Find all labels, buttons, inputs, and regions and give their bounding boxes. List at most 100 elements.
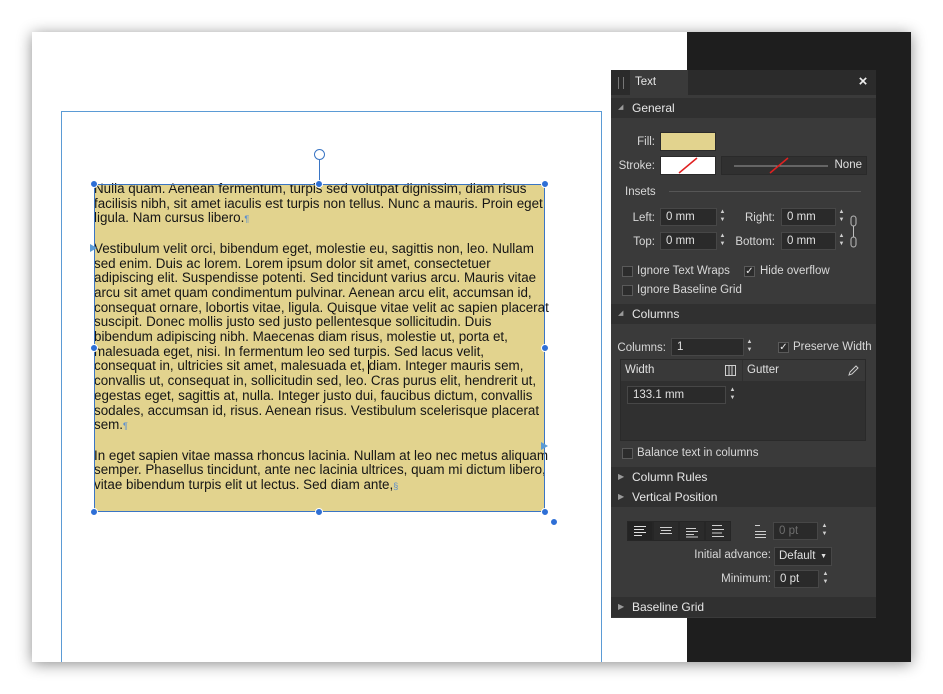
no-stroke-icon: [678, 157, 698, 174]
panel-tab-bar: Text Frame ×: [611, 70, 876, 113]
insets-divider: [669, 191, 861, 192]
ignore-text-wraps-checkbox[interactable]: [622, 266, 633, 277]
column-width-input[interactable]: 133.1 mm: [627, 386, 726, 404]
insets-label: Insets: [625, 186, 656, 198]
left-inset-input[interactable]: 0 mm: [660, 208, 717, 226]
chevron-right-icon: ▶: [618, 472, 625, 481]
section-column-rules[interactable]: ▶ Column Rules: [611, 467, 876, 487]
right-inset-input[interactable]: 0 mm: [781, 208, 836, 226]
resize-handle-top[interactable]: [315, 180, 323, 188]
section-general[interactable]: ◢ General: [611, 98, 876, 118]
hide-overflow-label: Hide overflow: [760, 265, 830, 277]
preserve-width-checkbox[interactable]: ✓: [778, 342, 789, 353]
initial-advance-label: Initial advance:: [694, 549, 771, 561]
right-inset-stepper[interactable]: ▲ ▼: [837, 208, 846, 226]
ignore-baseline-grid-label: Ignore Baseline Grid: [637, 284, 742, 296]
preserve-width-label: Preserve Width: [793, 341, 872, 353]
resize-handle-top-right[interactable]: [541, 180, 549, 188]
balance-text-checkbox[interactable]: [622, 448, 633, 459]
top-inset-input[interactable]: 0 mm: [660, 232, 717, 250]
column-width-stepper[interactable]: ▲ ▼: [728, 386, 737, 404]
align-center-icon: [660, 527, 672, 534]
section-column-rules-label: Column Rules: [632, 470, 708, 484]
pilcrow-mark: ¶: [244, 214, 250, 225]
paragraph-3[interactable]: In eget sapien vitae massa rhoncus lacin…: [94, 448, 549, 494]
align-top-icon: [634, 526, 646, 536]
section-columns-label: Columns: [632, 307, 680, 321]
chevron-right-icon: ▶: [618, 492, 625, 501]
resize-handle-bottom[interactable]: [315, 508, 323, 516]
chevron-down-icon: ▼: [820, 553, 827, 560]
rotation-handle[interactable]: [314, 149, 325, 160]
stroke-swatch[interactable]: [660, 156, 716, 175]
text-frame-panel: Text Frame × ◢ General Fill: Stroke: Non…: [611, 70, 876, 618]
columns-icon[interactable]: [725, 365, 736, 376]
panel-grip-icon[interactable]: [618, 77, 624, 89]
align-bottom-button[interactable]: [679, 521, 705, 541]
align-bottom-icon: [686, 528, 698, 538]
link-insets-icon[interactable]: [849, 215, 859, 249]
section-vertical-position[interactable]: ▶ Vertical Position: [611, 487, 876, 507]
minimum-input[interactable]: 0 pt: [774, 570, 819, 588]
hide-overflow-checkbox[interactable]: ✓: [744, 266, 755, 277]
align-justify-button[interactable]: [705, 521, 731, 541]
initial-advance-dropdown[interactable]: Default ▼: [774, 547, 832, 566]
chevron-down-icon: ◢: [618, 104, 624, 111]
text-flow-out-icon[interactable]: [541, 442, 548, 450]
text-caret: [368, 360, 369, 374]
top-inset-label: Top:: [633, 236, 655, 248]
gutter-column-header: Gutter: [743, 360, 865, 381]
left-inset-label: Left:: [632, 212, 655, 224]
align-justify-icon: [712, 525, 724, 537]
close-icon[interactable]: ×: [856, 74, 870, 90]
text-flow-in-icon[interactable]: [90, 244, 97, 252]
fill-label: Fill:: [637, 136, 655, 148]
text-frame-content[interactable]: Nulla quam. Aenean fermentum, turpis sed…: [94, 182, 549, 512]
stroke-label: Stroke:: [618, 160, 655, 172]
stroke-width-slider[interactable]: None: [721, 156, 867, 175]
bottom-inset-stepper[interactable]: ▲ ▼: [837, 232, 846, 250]
resize-handle-bottom-right[interactable]: [541, 508, 549, 516]
left-inset-stepper[interactable]: ▲ ▼: [718, 208, 727, 226]
paragraph-3-text[interactable]: In eget sapien vitae massa rhoncus lacin…: [94, 448, 548, 492]
gutter-header-label: Gutter: [747, 364, 779, 376]
bottom-inset-input[interactable]: 0 mm: [781, 232, 836, 250]
pencil-icon[interactable]: [848, 365, 859, 376]
paragraph-1[interactable]: Nulla quam. Aenean fermentum, turpis sed…: [94, 182, 549, 227]
columns-count-input[interactable]: 1: [671, 338, 744, 356]
stroke-slider-track: [734, 157, 828, 174]
resize-handle-top-left[interactable]: [90, 180, 98, 188]
resize-handle-left[interactable]: [90, 344, 98, 352]
balance-text-label: Balance text in columns: [637, 447, 759, 459]
align-top-button[interactable]: [627, 521, 653, 541]
align-center-button[interactable]: [653, 521, 679, 541]
column-width-table: Width Gutter 133.1 mm ▲ ▼: [620, 359, 866, 441]
tab-text-frame[interactable]: Text Frame: [630, 70, 688, 113]
frame-link-handle[interactable]: [550, 518, 558, 526]
top-inset-stepper[interactable]: ▲ ▼: [718, 232, 727, 250]
section-columns[interactable]: ◢ Columns: [611, 304, 876, 324]
paragraph-spacing-input[interactable]: 0 pt: [773, 522, 818, 540]
fill-swatch[interactable]: [660, 132, 716, 151]
minimum-stepper[interactable]: ▲ ▼: [821, 570, 830, 588]
bottom-inset-label: Bottom:: [735, 236, 775, 248]
section-mark: §: [393, 481, 399, 492]
columns-count-label: Columns:: [617, 342, 666, 354]
paragraph-spacing-stepper[interactable]: ▲ ▼: [820, 522, 829, 540]
paragraph-2-text[interactable]: Vestibulum velit orci, bibendum eget, mo…: [94, 241, 549, 432]
width-header-label: Width: [625, 364, 655, 376]
chevron-down-icon: ◢: [618, 310, 624, 317]
resize-handle-bottom-left[interactable]: [90, 508, 98, 516]
paragraph-2[interactable]: Vestibulum velit orci, bibendum eget, mo…: [94, 241, 549, 434]
paragraph-spacing-icon: [755, 525, 766, 538]
section-baseline-grid-label: Baseline Grid: [632, 600, 705, 614]
width-column-header: Width: [621, 360, 742, 381]
section-baseline-grid[interactable]: ▶ Baseline Grid: [611, 597, 876, 617]
section-general-label: General: [632, 101, 675, 115]
ignore-baseline-grid-checkbox[interactable]: [622, 285, 633, 296]
paragraph-1-text[interactable]: Nulla quam. Aenean fermentum, turpis sed…: [94, 182, 543, 225]
section-vertical-position-label: Vertical Position: [632, 490, 718, 504]
columns-count-stepper[interactable]: ▲ ▼: [745, 338, 754, 356]
chevron-right-icon: ▶: [618, 602, 625, 611]
resize-handle-right[interactable]: [541, 344, 549, 352]
